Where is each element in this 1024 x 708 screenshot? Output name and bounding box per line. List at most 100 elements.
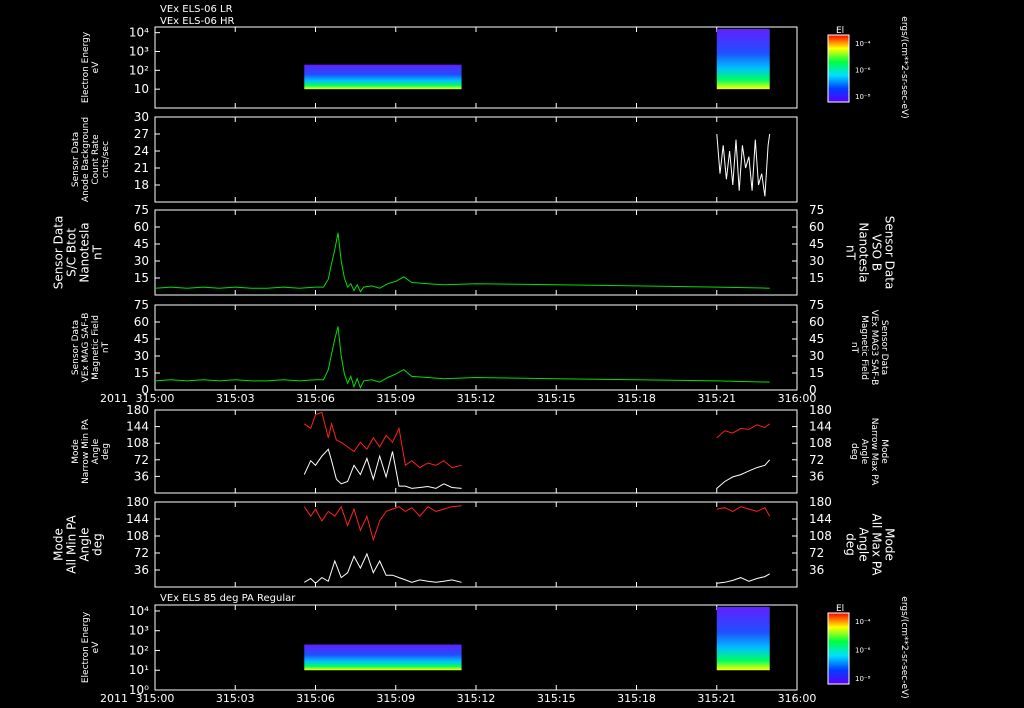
y-tick-label: 30 [134, 254, 149, 268]
panel-p3: Sensor Data S/C Btot Nanotesla nT Sensor Dat… [52, 209, 897, 296]
y-tick-label: 24 [134, 144, 149, 158]
y-tick-label-right: 45 [809, 237, 824, 251]
colorbar-title: El [836, 604, 844, 614]
y-axis-label-line: Electron Energy [81, 31, 91, 103]
x-tick-label: 315:12 [457, 392, 496, 405]
y-axis-label-line: Angle [78, 527, 92, 561]
panel-p6: Mode All Min PA Angle deg ModeAll Max PAAngl… [52, 501, 897, 588]
y-tick-label: 10⁴ [129, 26, 149, 40]
y-tick-label: 15 [134, 366, 149, 380]
spectrogram-block [304, 644, 462, 671]
chart-stack: VEx ELS-06 LR VEx ELS-06 HR Electron Ene… [52, 4, 910, 705]
y-axis-label-right: ModeAll Max PAAngledeg [844, 514, 897, 577]
y-tick-label: 72 [134, 453, 149, 467]
colorbar [827, 34, 850, 103]
y-tick-label: 30 [134, 110, 149, 124]
colorbar-tick: 10⁻⁶ [855, 647, 871, 655]
colorbar-units-text: ergs/(cm**2-sr-sec-eV) [899, 596, 909, 698]
colorbar-tick: 10⁻⁸ [855, 93, 871, 101]
panel-frame [154, 409, 798, 494]
series-line-white [304, 552, 770, 584]
x-tick-label: 315:15 [537, 392, 576, 405]
colorbar-tick: 10⁻⁸ [855, 675, 871, 683]
x-tick-label: 315:21 [697, 392, 736, 405]
header-line2: VEx ELS-06 HR [160, 16, 235, 27]
panel-title: VEx ELS 85 deg PA Regular [160, 593, 296, 604]
year-label: 2011 [100, 692, 128, 705]
y-tick-label: 60 [134, 315, 149, 329]
colorbar-units: ergs/(cm**2-sr-sec-eV) [899, 16, 909, 118]
y-axis-label-line: deg [91, 533, 105, 556]
spectrogram-block [716, 29, 770, 90]
y-axis-label-right-line: Sensor Data [879, 320, 889, 375]
spectrogram-block [304, 64, 462, 90]
y-tick-label: 75 [134, 298, 149, 312]
y-tick-label: 108 [126, 529, 149, 543]
y-tick-label-right: 72 [809, 546, 824, 560]
y-axis-label-line: Nanotesla [78, 222, 92, 282]
y-axis-label: Sensor Data S/C Btot Nanotesla nT [52, 216, 105, 290]
y-tick-label-right: 144 [809, 420, 832, 434]
y-tick-label-right: 15 [809, 271, 824, 285]
y-tick-label-right: 108 [809, 529, 832, 543]
y-tick-label: 72 [134, 546, 149, 560]
series-line-white [716, 133, 771, 197]
x-tick-label: 315:18 [617, 692, 656, 705]
y-tick-label: 180 [126, 495, 149, 509]
series-line-green [154, 232, 770, 293]
y-tick-label: 45 [134, 332, 149, 346]
panel-frame [154, 604, 798, 691]
y-axis-label-right-line: Nanotesla [857, 222, 871, 282]
y-axis-label-line: Anode Background [81, 117, 91, 202]
y-tick-label: 30 [134, 349, 149, 363]
y-tick-label: 60 [134, 220, 149, 234]
x-tick-label: 315:03 [216, 392, 255, 405]
y-axis-label-line: nT [91, 244, 105, 260]
y-tick-label: 144 [126, 512, 149, 526]
panel-p7: Electron Energy eV ergs/(cm**2-sr-sec-eV) [81, 596, 909, 698]
y-tick-label-right: 144 [809, 512, 832, 526]
y-axis-label: Electron Energy eV [81, 611, 101, 683]
y-tick-label-right: 180 [809, 495, 832, 509]
y-axis-label-line: Angle [91, 438, 101, 464]
x-tick-label: 315:00 [136, 692, 175, 705]
x-tick-label: 316:00 [778, 692, 817, 705]
y-tick-label-right: 108 [809, 436, 832, 450]
y-axis-label-line: deg [101, 443, 111, 460]
panel-p1: Electron Energy eV ergs/(cm**2-sr-sec-eV) [81, 16, 909, 118]
colorbar-title: El [836, 26, 844, 36]
y-axis-label-right-line: deg [844, 533, 858, 556]
x-tick-label: 315:09 [376, 692, 415, 705]
y-axis-label-line: nT [101, 341, 111, 353]
y-tick-label-right: 15 [809, 366, 824, 380]
y-tick-label-right: 30 [809, 349, 824, 363]
y-axis-label-line: Sensor Data [71, 320, 81, 375]
colorbar-tick: 10⁻⁴ [855, 618, 871, 626]
y-axis-label: Mode All Min PA Angle deg [52, 514, 105, 573]
y-tick-label-right: 36 [809, 469, 824, 483]
y-tick-label: 27 [134, 127, 149, 141]
y-axis-label-line: Mode [71, 439, 81, 464]
y-axis-label-line: Sensor Data [71, 132, 81, 187]
x-tick-label: 315:09 [376, 392, 415, 405]
x-tick-label: 315:03 [216, 692, 255, 705]
y-tick-label: 75 [134, 203, 149, 217]
y-tick-label: 18 [134, 178, 149, 192]
y-tick-label: 15 [134, 271, 149, 285]
header-line1: VEx ELS-06 LR [160, 4, 233, 15]
y-tick-label: 10¹ [129, 663, 149, 677]
x-tick-label: 315:18 [617, 392, 656, 405]
y-axis-label-right-line: Angle [859, 439, 869, 465]
panel-p2: Sensor Data Anode Background Count Rate cnt… [71, 116, 798, 203]
y-tick-label: 10⁴ [129, 604, 149, 618]
y-tick-label: 10 [134, 82, 149, 96]
series-line-red [303, 505, 771, 542]
series-line-white [303, 448, 771, 489]
y-axis-label-right-line: VEx MAG3 SAF-B [869, 310, 879, 386]
y-tick-label-right: 45 [809, 332, 824, 346]
y-axis-label-right-line: nT [844, 245, 858, 261]
panel-p5: Mode Narrow Min PA Angle deg ModeNarrow Max … [71, 409, 889, 494]
y-tick-label: 36 [134, 563, 149, 577]
panel-frame [154, 209, 798, 296]
y-axis-label-right-line: Mode [883, 528, 897, 561]
